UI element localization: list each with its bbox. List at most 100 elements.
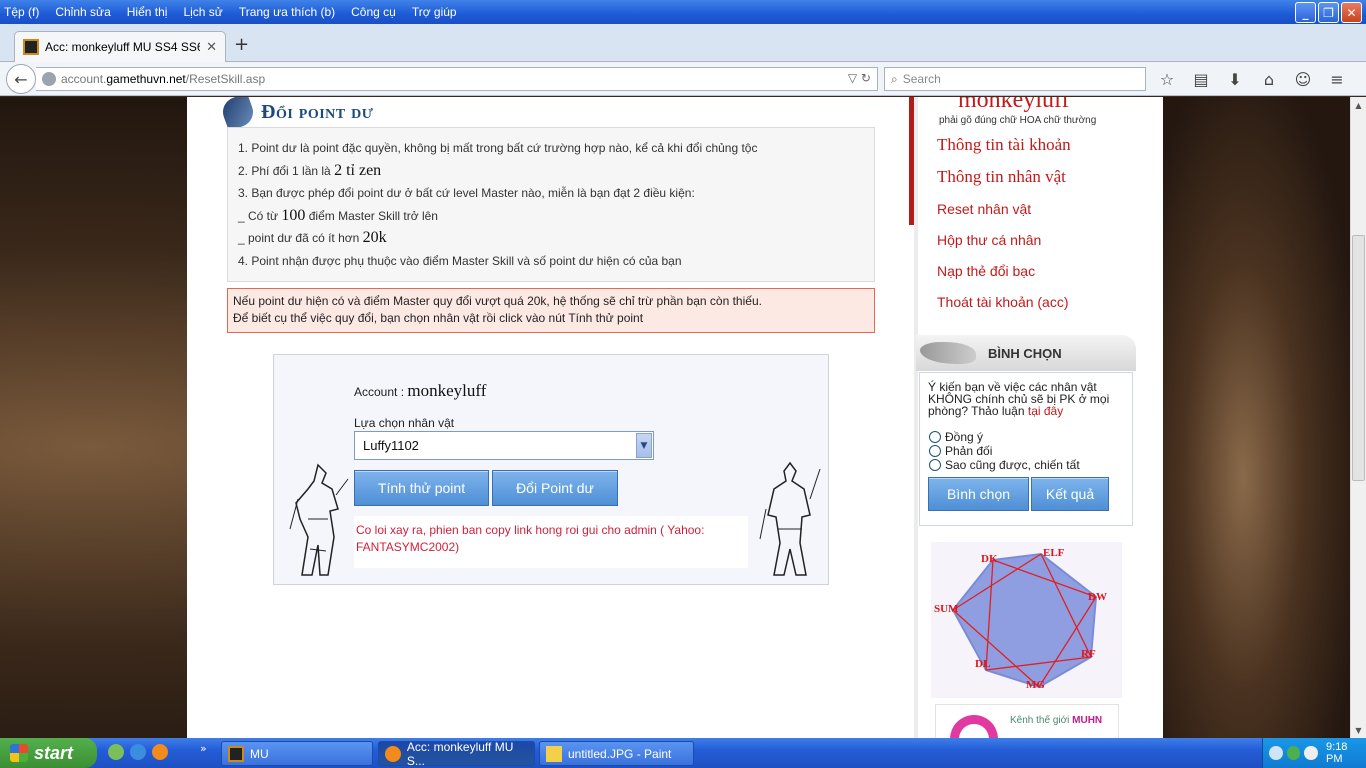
calc-point-button[interactable]: Tính thử point — [354, 470, 489, 506]
chevron-down-icon[interactable]: ▼ — [636, 433, 652, 458]
taskbar: start » MU Acc: monkeyluff MU S... untit… — [0, 738, 1366, 768]
volume-icon[interactable] — [1304, 746, 1319, 760]
taskbar-item-firefox[interactable]: Acc: monkeyluff MU S... — [378, 740, 535, 768]
class-cycle-diagram: ELF DW RF MG DL SUM DK — [931, 542, 1122, 698]
cycle-label-rf: RF — [1081, 648, 1096, 660]
chat-icon[interactable]: ☺ — [1292, 68, 1314, 90]
radio-icon[interactable] — [929, 431, 941, 443]
poll-header: BÌNH CHỌN — [916, 335, 1136, 371]
dragon-icon — [920, 342, 976, 364]
poll-question: Ý kiến bạn về việc các nhân vật KHÔNG ch… — [928, 380, 1110, 418]
download-icon[interactable]: ⬇ — [1224, 68, 1246, 90]
page-viewport: Đổi point dư 1. Point dư là point đặc qu… — [0, 97, 1350, 738]
vertical-scrollbar[interactable]: ▲ ▼ — [1350, 97, 1366, 738]
poll-discuss-link[interactable]: tại đây — [1028, 404, 1063, 418]
bookmark-star-icon[interactable]: ☆ — [1156, 68, 1178, 90]
rule-4: 4. Point nhận được phụ thuộc vào điểm Ma… — [238, 253, 682, 268]
cycle-label-elf: ELF — [1043, 547, 1065, 559]
menu-history[interactable]: Lịch sử — [183, 5, 222, 19]
character-select[interactable]: Luffy1102 ▼ — [354, 431, 654, 460]
menu-tools[interactable]: Công cụ — [351, 5, 396, 19]
quick-launch-more-icon[interactable]: » — [200, 742, 207, 755]
menu-bar: Tệp (f) Chỉnh sửa Hiển thị Lịch sử Trang… — [0, 0, 473, 24]
radio-icon[interactable] — [929, 445, 941, 457]
tab-active[interactable]: Acc: monkeyluff MU SS4 SS6 ... ✕ — [14, 31, 226, 62]
account-label: Account : monkeyluff — [354, 381, 487, 400]
address-bar[interactable]: account.gamethuvn.net/ResetSkill.asp ▽ ↻ — [36, 67, 878, 91]
close-window-button[interactable]: ✕ — [1341, 2, 1362, 23]
character-select-label: Lựa chọn nhân vật — [354, 416, 455, 430]
poll-box: Ý kiến bạn về việc các nhân vật KHÔNG ch… — [919, 372, 1133, 526]
reload-icon[interactable]: ▽ ↻ — [848, 71, 871, 85]
menu-file[interactable]: Tệp (f) — [4, 5, 39, 19]
hamburger-menu-icon[interactable]: ≡ — [1326, 68, 1348, 90]
taskbar-item-paint[interactable]: untitled.JPG - Paint — [539, 741, 694, 766]
warrior-sketch-left-icon — [289, 463, 349, 576]
menu-edit[interactable]: Chỉnh sửa — [55, 5, 110, 19]
firefox-icon — [385, 745, 401, 762]
site-favicon-icon — [23, 39, 39, 55]
ie-icon[interactable] — [130, 744, 146, 760]
poll-option-whatever[interactable]: Sao cũng được, chiến tất — [929, 458, 1080, 472]
windows-logo-icon — [10, 744, 28, 762]
tab-title: Acc: monkeyluff MU SS4 SS6 ... — [45, 40, 201, 54]
restore-button[interactable]: ❐ — [1318, 2, 1339, 23]
home-icon[interactable]: ⌂ — [1258, 68, 1280, 90]
scroll-thumb[interactable] — [1352, 235, 1365, 481]
scroll-down-icon[interactable]: ▼ — [1351, 722, 1366, 738]
promo-logo-icon — [950, 715, 998, 738]
cycle-label-dk: DK — [981, 553, 998, 565]
mu-icon — [228, 745, 244, 762]
firefox-icon[interactable] — [152, 744, 168, 760]
network-icon[interactable] — [1286, 746, 1301, 760]
nav-bar: ← account.gamethuvn.net/ResetSkill.asp ▽… — [0, 62, 1366, 96]
sidebar-link-topup[interactable]: Nạp thẻ đổi bạc — [937, 263, 1035, 279]
account-value: monkeyluff — [407, 381, 487, 400]
back-arrow-icon[interactable]: ← — [6, 64, 36, 94]
promo-text: Kênh thế giới MUHN — [1010, 715, 1103, 726]
rule-3a: _ Có từ 100 điểm Master Skill trở lên — [238, 206, 438, 224]
radio-icon[interactable] — [929, 459, 941, 471]
system-tray: 9:18 PM — [1262, 738, 1366, 768]
sidebar-link-character-info[interactable]: Thông tin nhân vật — [937, 167, 1066, 187]
cycle-label-sum: SUM — [934, 603, 959, 615]
rule-3b: _ point dư đã có ít hơn 20k — [238, 229, 387, 246]
quick-launch-icon[interactable] — [108, 744, 124, 760]
window-controls: _ ❐ ✕ — [1295, 2, 1362, 23]
rule-1: 1. Point dư là point đặc quyền, không bị… — [238, 141, 758, 155]
tray-arrow-icon[interactable] — [1269, 746, 1283, 760]
menu-bookmarks[interactable]: Trang ưa thích (b) — [239, 5, 335, 19]
promo-banner[interactable]: Kênh thế giới MUHN — [935, 704, 1119, 738]
sidebar-link-inbox[interactable]: Hộp thư cá nhân — [937, 232, 1041, 248]
search-icon: ⌕ — [891, 71, 898, 86]
menu-help[interactable]: Trợ giúp — [412, 5, 457, 19]
close-tab-icon[interactable]: ✕ — [206, 39, 217, 55]
taskbar-item-mu[interactable]: MU — [221, 741, 373, 766]
paint-icon — [546, 745, 562, 762]
minimize-button[interactable]: _ — [1295, 2, 1316, 23]
scroll-up-icon[interactable]: ▲ — [1351, 97, 1366, 113]
results-button[interactable]: Kết quả — [1031, 477, 1109, 511]
bookmarks-list-icon[interactable]: ▤ — [1190, 68, 1212, 90]
cycle-label-dl: DL — [975, 658, 990, 670]
url-text: account.gamethuvn.net/ResetSkill.asp — [61, 72, 266, 86]
warrior-sketch-right-icon — [759, 461, 821, 576]
notice-box: Nếu point dư hiện có và điểm Master quy … — [227, 288, 875, 333]
sidebar-username: monkeyluff — [958, 97, 1070, 113]
start-button[interactable]: start — [0, 738, 97, 768]
sidebar-link-logout[interactable]: Thoát tài khoản (acc) — [937, 294, 1069, 310]
exchange-point-button[interactable]: Đổi Point dư — [492, 470, 618, 506]
sidebar-hint: phải gõ đúng chữ HOA chữ thường — [939, 115, 1097, 126]
poll-option-disagree[interactable]: Phản đối — [929, 444, 992, 458]
page-content: Đổi point dư 1. Point dư là point đặc qu… — [187, 97, 1163, 738]
sidebar-link-account-info[interactable]: Thông tin tài khoản — [937, 135, 1071, 155]
new-tab-icon[interactable]: + — [234, 34, 249, 55]
globe-icon — [42, 72, 56, 86]
toolbar-icons: ☆ ▤ ⬇ ⌂ ☺ ≡ — [1156, 68, 1348, 90]
search-input[interactable]: ⌕ Search — [884, 67, 1146, 91]
vote-button[interactable]: Bình chọn — [928, 477, 1029, 511]
menu-view[interactable]: Hiển thị — [127, 5, 168, 19]
poll-option-agree[interactable]: Đồng ý — [929, 430, 983, 444]
sidebar-link-reset[interactable]: Reset nhân vật — [937, 201, 1031, 217]
exchange-form: Account : monkeyluff Lựa chọn nhân vật L… — [273, 354, 829, 585]
